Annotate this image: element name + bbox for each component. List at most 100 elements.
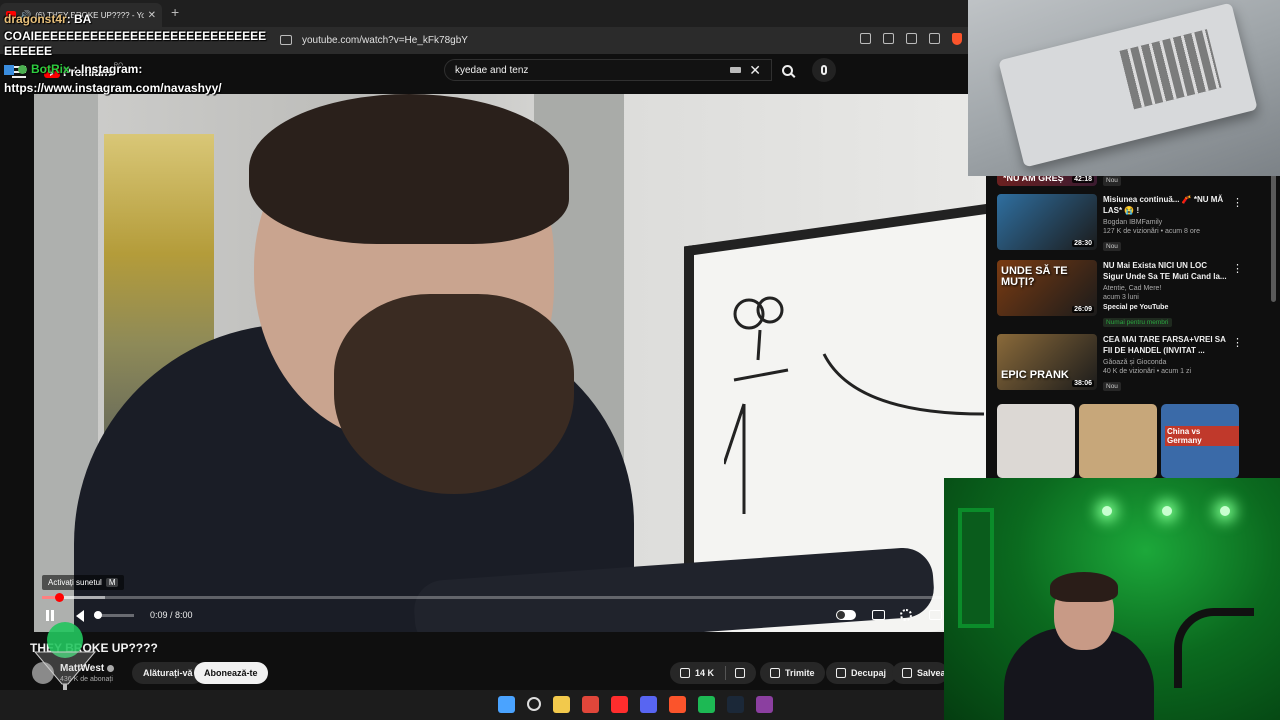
pause-icon[interactable]: [46, 610, 54, 621]
desk-phone-image: [998, 2, 1258, 168]
recommendation-channel[interactable]: Găoază și Gioconda: [1103, 359, 1229, 366]
chat-text: : BA: [66, 12, 92, 26]
autoplay-toggle[interactable]: [836, 610, 856, 620]
video-player[interactable]: [34, 94, 986, 632]
winrar-icon[interactable]: [756, 696, 773, 713]
address-bar-actions: [860, 33, 962, 45]
streamer-hair: [1050, 572, 1118, 602]
recommendation-info: Misiunea continuă... 🧨 *NU MĂ LAS* 😭 ! B…: [1103, 194, 1229, 253]
recommendation-item[interactable]: EPIC PRANK 38:06 CEA MAI TARE FARSA+VREI…: [997, 334, 1243, 393]
like-count[interactable]: 14 K: [695, 668, 714, 678]
short-card[interactable]: [1079, 404, 1157, 478]
unmute-tooltip-text: Activați sunetul: [48, 578, 102, 587]
recommendation-meta: 40 K de vizionări • acum 1 zi: [1103, 368, 1192, 375]
share-page-icon[interactable]: [929, 33, 940, 44]
search-input[interactable]: [455, 64, 725, 76]
cast-icon[interactable]: [906, 33, 917, 44]
clip-button[interactable]: Decupaj: [826, 662, 897, 684]
more-options-icon[interactable]: ⋮: [1232, 262, 1243, 275]
ceiling-light: [1220, 506, 1230, 516]
clear-search-icon[interactable]: ✕: [749, 62, 761, 79]
chat-link-text: https://www.instagram.com/navashyy/: [4, 81, 222, 95]
new-badge: Nou: [1103, 242, 1121, 251]
discord-icon[interactable]: [640, 696, 657, 713]
progress-buffer: [42, 596, 105, 599]
video-duration: 28:30: [1072, 240, 1094, 247]
bookmark-icon: [902, 668, 912, 678]
volume-knob[interactable]: [94, 611, 102, 619]
settings-gear-icon[interactable]: [900, 609, 912, 621]
zoom-icon[interactable]: [883, 33, 894, 44]
recommendation-item[interactable]: 28:30 Misiunea continuă... 🧨 *NU MĂ LAS*…: [997, 194, 1243, 253]
video-thumbnail[interactable]: EPIC PRANK 38:06: [997, 334, 1097, 390]
like-dislike-pill: 14 K: [670, 662, 756, 684]
youtube-music-icon[interactable]: [611, 696, 628, 713]
time-display: 0:09 / 8:00: [150, 610, 193, 620]
keyboard-icon[interactable]: [730, 67, 742, 73]
like-divider: [725, 666, 727, 680]
webcam-background-door: [958, 508, 994, 628]
phone-keypad-image: [1119, 29, 1222, 110]
video-duration: 38:06: [1072, 380, 1094, 387]
progress-bar[interactable]: [42, 593, 942, 602]
recommendation-item[interactable]: UNDE SĂ TE MUȚI? 26:09 NU Mai Exista NIC…: [997, 260, 1243, 329]
miniplayer-icon[interactable]: [929, 610, 942, 620]
steam-icon[interactable]: [727, 696, 744, 713]
thumbs-up-icon[interactable]: [680, 668, 690, 678]
share-button[interactable]: Trimite: [760, 662, 825, 684]
microphone-icon: [821, 65, 827, 75]
ceiling-light: [1102, 506, 1112, 516]
windows-start-icon[interactable]: [498, 696, 515, 713]
unmute-tooltip: Activați sunetul M: [42, 575, 125, 590]
translate-icon[interactable]: [860, 33, 871, 44]
volume-icon[interactable]: [76, 610, 84, 622]
short-thumbnail-text: China vs Germany: [1165, 426, 1239, 446]
file-explorer-icon[interactable]: [553, 696, 570, 713]
subscribe-button[interactable]: Abonează-te: [194, 662, 268, 684]
stream-chat-overlay: dragonst4r: BA COAIEEEEEEEEEEEEEEEEEEEEE…: [4, 12, 274, 96]
brave-shields-icon[interactable]: [952, 33, 962, 45]
ceiling-light: [1162, 506, 1172, 516]
chat-username: BotRix: [31, 62, 70, 76]
recommendation-title[interactable]: Misiunea continuă... 🧨 *NU MĂ LAS* 😭 !: [1103, 194, 1229, 216]
chat-username: dragonst4r: [4, 12, 67, 26]
short-card[interactable]: China vs Germany: [1161, 404, 1239, 478]
search-button[interactable]: [772, 59, 802, 81]
unmute-shortcut-key: M: [105, 578, 119, 587]
recommendation-meta: 127 K de vizionări • acum 8 ore: [1103, 228, 1201, 235]
recommendation-channel[interactable]: Atentie, Cad Mere!: [1103, 285, 1229, 292]
video-person-hair: [249, 94, 569, 244]
voice-search-button[interactable]: [812, 58, 836, 82]
spotify-icon[interactable]: [698, 696, 715, 713]
url-text[interactable]: youtube.com/watch?v=He_kFk78gbY: [302, 35, 468, 46]
sidebar-scrollbar[interactable]: [1271, 172, 1276, 302]
recommendation-meta: acum 3 luni: [1103, 294, 1139, 301]
recommendation-title[interactable]: CEA MAI TARE FARSA+VREI SA FII DE HANDEL…: [1103, 334, 1229, 356]
url-field[interactable]: youtube.com/watch?v=He_kFk78gbY: [280, 30, 860, 50]
save-button[interactable]: Salvează: [892, 662, 948, 684]
recommendations-sidebar: *NU AM GREȘ 42:18 Nou 28:30 Misiunea con…: [986, 172, 1280, 478]
recommendation-info: CEA MAI TARE FARSA+VREI SA FII DE HANDEL…: [1103, 334, 1229, 393]
short-card[interactable]: [997, 404, 1075, 478]
video-thumbnail[interactable]: 28:30: [997, 194, 1097, 250]
scissors-icon: [836, 668, 846, 678]
player-controls: 0:09 / 8:00: [40, 606, 945, 626]
share-label: Trimite: [785, 668, 815, 678]
shorts-shelf: China vs Germany: [997, 404, 1239, 478]
join-button[interactable]: Alăturați-vă: [132, 662, 204, 684]
subtitles-icon[interactable]: [872, 610, 885, 620]
thumbs-down-icon[interactable]: [735, 668, 746, 678]
brave-icon[interactable]: [669, 696, 686, 713]
thumbnail-text: UNDE SĂ TE MUȚI?: [1001, 265, 1068, 288]
site-info-icon[interactable]: [280, 35, 292, 45]
recommendation-channel[interactable]: Bogdan IBMFamily: [1103, 219, 1229, 226]
more-options-icon[interactable]: ⋮: [1232, 196, 1243, 209]
recommendation-title[interactable]: NU Mai Exista NICI UN LOC Sigur Unde Sa …: [1103, 260, 1229, 282]
search-icon[interactable]: [527, 697, 541, 711]
microphone-arm-image: [1174, 608, 1254, 688]
chrome-icon[interactable]: [582, 696, 599, 713]
video-duration: 26:09: [1072, 306, 1094, 313]
video-person-beard: [334, 294, 574, 494]
more-options-icon[interactable]: ⋮: [1232, 336, 1243, 349]
video-thumbnail[interactable]: UNDE SĂ TE MUȚI? 26:09: [997, 260, 1097, 316]
